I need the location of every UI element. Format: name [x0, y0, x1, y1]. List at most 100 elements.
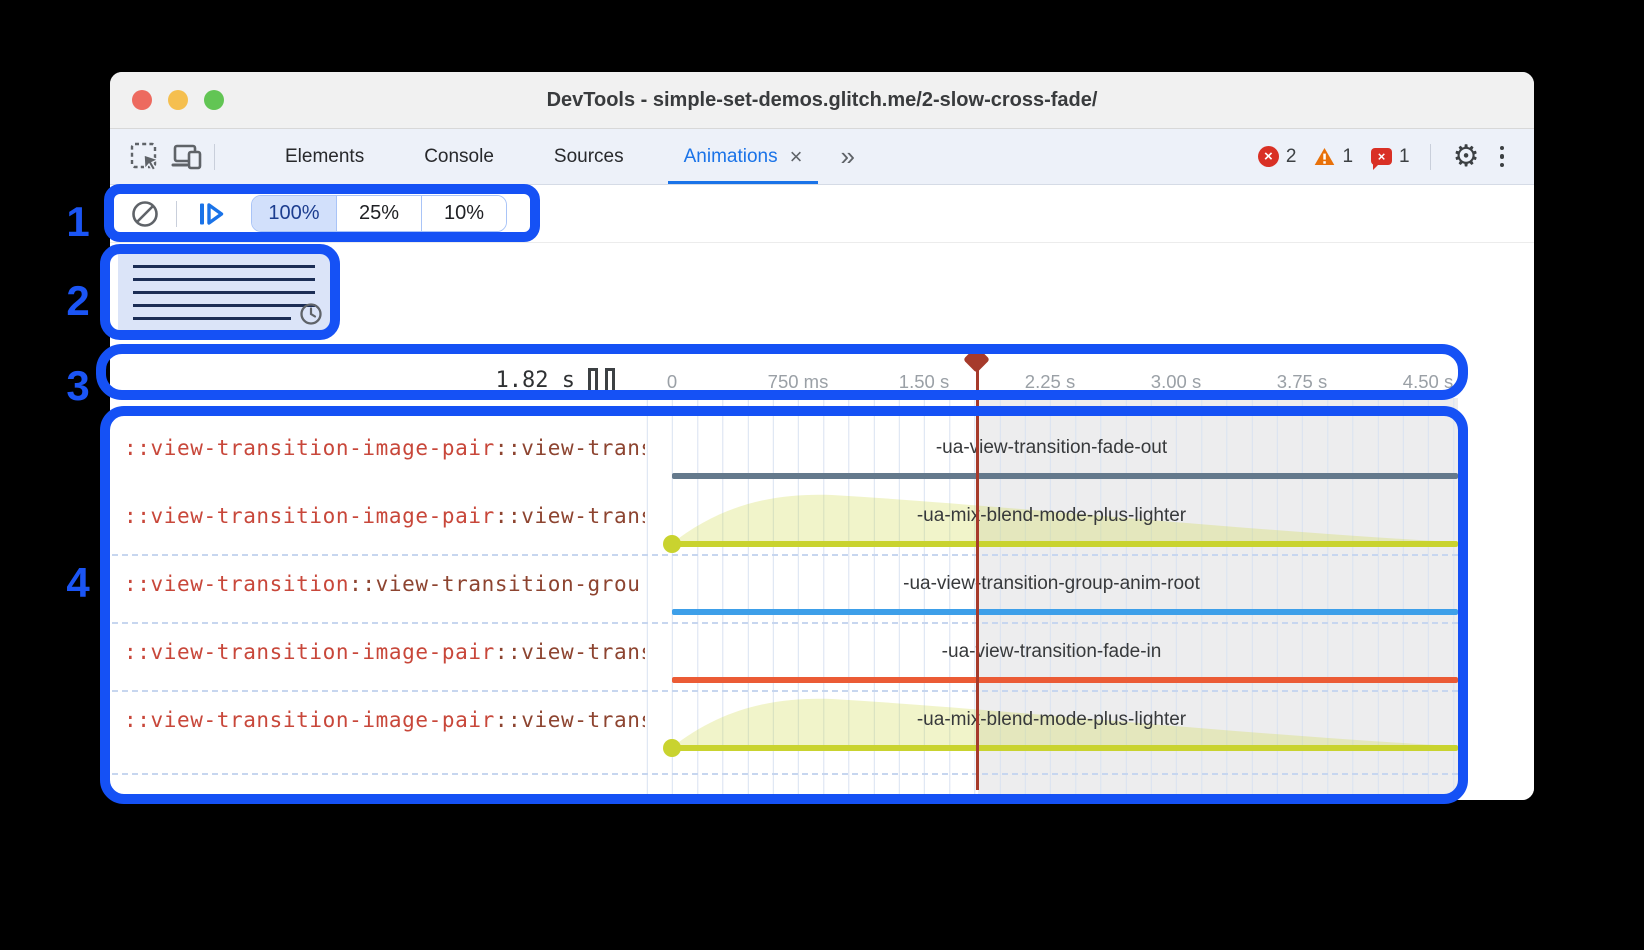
selector-suffix: ::view-trans: [495, 436, 645, 460]
customize-menu-button[interactable]: [1494, 140, 1511, 174]
tab-sources[interactable]: Sources: [524, 129, 654, 184]
tab-console[interactable]: Console: [394, 129, 524, 184]
tab-label: Console: [424, 146, 494, 168]
preview-line: [133, 291, 315, 294]
keyframe-dot[interactable]: [663, 535, 681, 553]
playback-speed-group: 100%25%10%: [251, 195, 507, 232]
more-tabs-button[interactable]: »: [832, 141, 862, 172]
animation-timeline-bar[interactable]: [672, 473, 1458, 479]
speed-button-25[interactable]: 25%: [337, 196, 422, 231]
device-toolbar-icon: [170, 142, 204, 172]
selector-suffix: ::view-trans: [495, 504, 645, 528]
animation-name-label: -ua-view-transition-fade-in: [645, 641, 1458, 663]
row-separator: [112, 622, 1458, 624]
title-bar: DevTools - simple-set-demos.glitch.me/2-…: [110, 72, 1534, 129]
traffic-lights: [132, 90, 224, 110]
clear-all-button[interactable]: [130, 199, 160, 229]
warning-icon: [1314, 147, 1335, 166]
settings-gear-button[interactable]: ⚙: [1453, 142, 1480, 172]
preview-line: [133, 278, 315, 281]
selector-suffix: ::view-trans: [495, 640, 645, 664]
toggle-device-toolbar-button[interactable]: [166, 137, 208, 177]
row-separator: [112, 773, 1458, 775]
playhead-line[interactable]: [976, 366, 979, 790]
resume-all-button[interactable]: [197, 201, 225, 227]
issues-count: 1: [1399, 146, 1410, 168]
selector-suffix: ::view-transition-grou: [349, 572, 640, 596]
toolbar-divider: [176, 201, 177, 227]
selector-prefix: ::view-transition-image-pair: [124, 640, 495, 664]
preview-line: [133, 265, 315, 268]
preview-line: [133, 304, 315, 307]
ruler-tick-label: 1.50 s: [899, 371, 949, 393]
clock-icon: [299, 302, 323, 326]
zoom-window-button[interactable]: [204, 90, 224, 110]
toolbar-right-group: × 2 1 × 1 ⚙: [1258, 140, 1510, 174]
tab-label: Sources: [554, 146, 624, 168]
minimize-window-button[interactable]: [168, 90, 188, 110]
row-selector-text[interactable]: ::view-transition::view-transition-grou: [124, 571, 645, 597]
issues-icon: ×: [1371, 148, 1392, 165]
animation-timeline-bar[interactable]: [672, 677, 1458, 683]
error-count: 2: [1286, 146, 1297, 168]
selector-prefix: ::view-transition-image-pair: [124, 436, 495, 460]
toolbar-divider: [1430, 144, 1431, 170]
selector-prefix: ::view-transition: [124, 572, 349, 596]
selector-suffix: ::view-trans: [495, 708, 645, 732]
animation-name-label: -ua-mix-blend-mode-plus-lighter: [645, 709, 1458, 731]
active-tab-underline: [668, 181, 819, 184]
inspect-element-button[interactable]: [124, 137, 166, 177]
issues-badge[interactable]: × 1: [1371, 146, 1410, 168]
close-window-button[interactable]: [132, 90, 152, 110]
tab-label: Animations: [684, 146, 778, 168]
tab-animations[interactable]: Animations ×: [654, 129, 833, 184]
panel-tabs: Elements Console Sources Animations ×: [255, 129, 832, 184]
error-badge[interactable]: × 2: [1258, 146, 1297, 168]
animation-name-label: -ua-view-transition-fade-out: [645, 437, 1458, 459]
callout-number-2: 2: [56, 277, 100, 325]
toolbar-divider: [214, 144, 215, 170]
tab-close-icon[interactable]: ×: [790, 146, 803, 168]
warning-badge[interactable]: 1: [1314, 146, 1353, 168]
kebab-dot: [1500, 163, 1505, 168]
pause-icon: [588, 368, 615, 394]
preview-line: [133, 317, 291, 320]
row-selector-text[interactable]: ::view-transition-image-pair::view-trans: [124, 707, 645, 733]
kebab-dot: [1500, 154, 1505, 159]
error-icon: ×: [1258, 146, 1279, 167]
animation-previews-row: [110, 243, 1534, 353]
devtools-tab-bar: Elements Console Sources Animations × » × 2 …: [110, 129, 1534, 185]
animation-name-label: -ua-view-transition-group-anim-root: [645, 573, 1458, 595]
ruler-tick-label: 3.00 s: [1151, 371, 1201, 393]
window-title: DevTools - simple-set-demos.glitch.me/2-…: [110, 72, 1534, 128]
animation-timeline-bar[interactable]: [672, 541, 1458, 547]
devtools-window: DevTools - simple-set-demos.glitch.me/2-…: [110, 72, 1534, 800]
speed-button-10[interactable]: 10%: [422, 196, 506, 231]
keyframe-dot[interactable]: [663, 739, 681, 757]
warning-count: 1: [1342, 146, 1353, 168]
callout-number-3: 3: [56, 362, 100, 410]
ruler-tick-label: 750 ms: [768, 371, 829, 393]
callout-number-4: 4: [56, 559, 100, 607]
row-selector-text[interactable]: ::view-transition-image-pair::view-trans: [124, 503, 645, 529]
ruler-tick-label: 4.50 s: [1403, 371, 1453, 393]
ruler-tick-label: 2.25 s: [1025, 371, 1075, 393]
animation-timeline-bar[interactable]: [672, 745, 1458, 751]
resume-play-icon: [197, 201, 225, 227]
row-separator: [112, 554, 1458, 556]
row-selector-text[interactable]: ::view-transition-image-pair::view-trans: [124, 435, 645, 461]
animation-timeline-bar[interactable]: [672, 609, 1458, 615]
animation-group-preview[interactable]: [118, 249, 333, 334]
ruler-tick-label: 0: [667, 371, 677, 393]
selector-prefix: ::view-transition-image-pair: [124, 708, 495, 732]
row-selector-text[interactable]: ::view-transition-image-pair::view-trans: [124, 639, 645, 665]
kebab-dot: [1500, 146, 1505, 151]
tab-elements[interactable]: Elements: [255, 129, 394, 184]
row-separator: [112, 690, 1458, 692]
animation-name-label: -ua-mix-blend-mode-plus-lighter: [645, 505, 1458, 527]
clear-all-icon: [130, 199, 160, 229]
selector-prefix: ::view-transition-image-pair: [124, 504, 495, 528]
speed-button-100[interactable]: 100%: [252, 196, 337, 231]
ruler-tick-label: 3.75 s: [1277, 371, 1327, 393]
callout-number-1: 1: [56, 198, 100, 246]
